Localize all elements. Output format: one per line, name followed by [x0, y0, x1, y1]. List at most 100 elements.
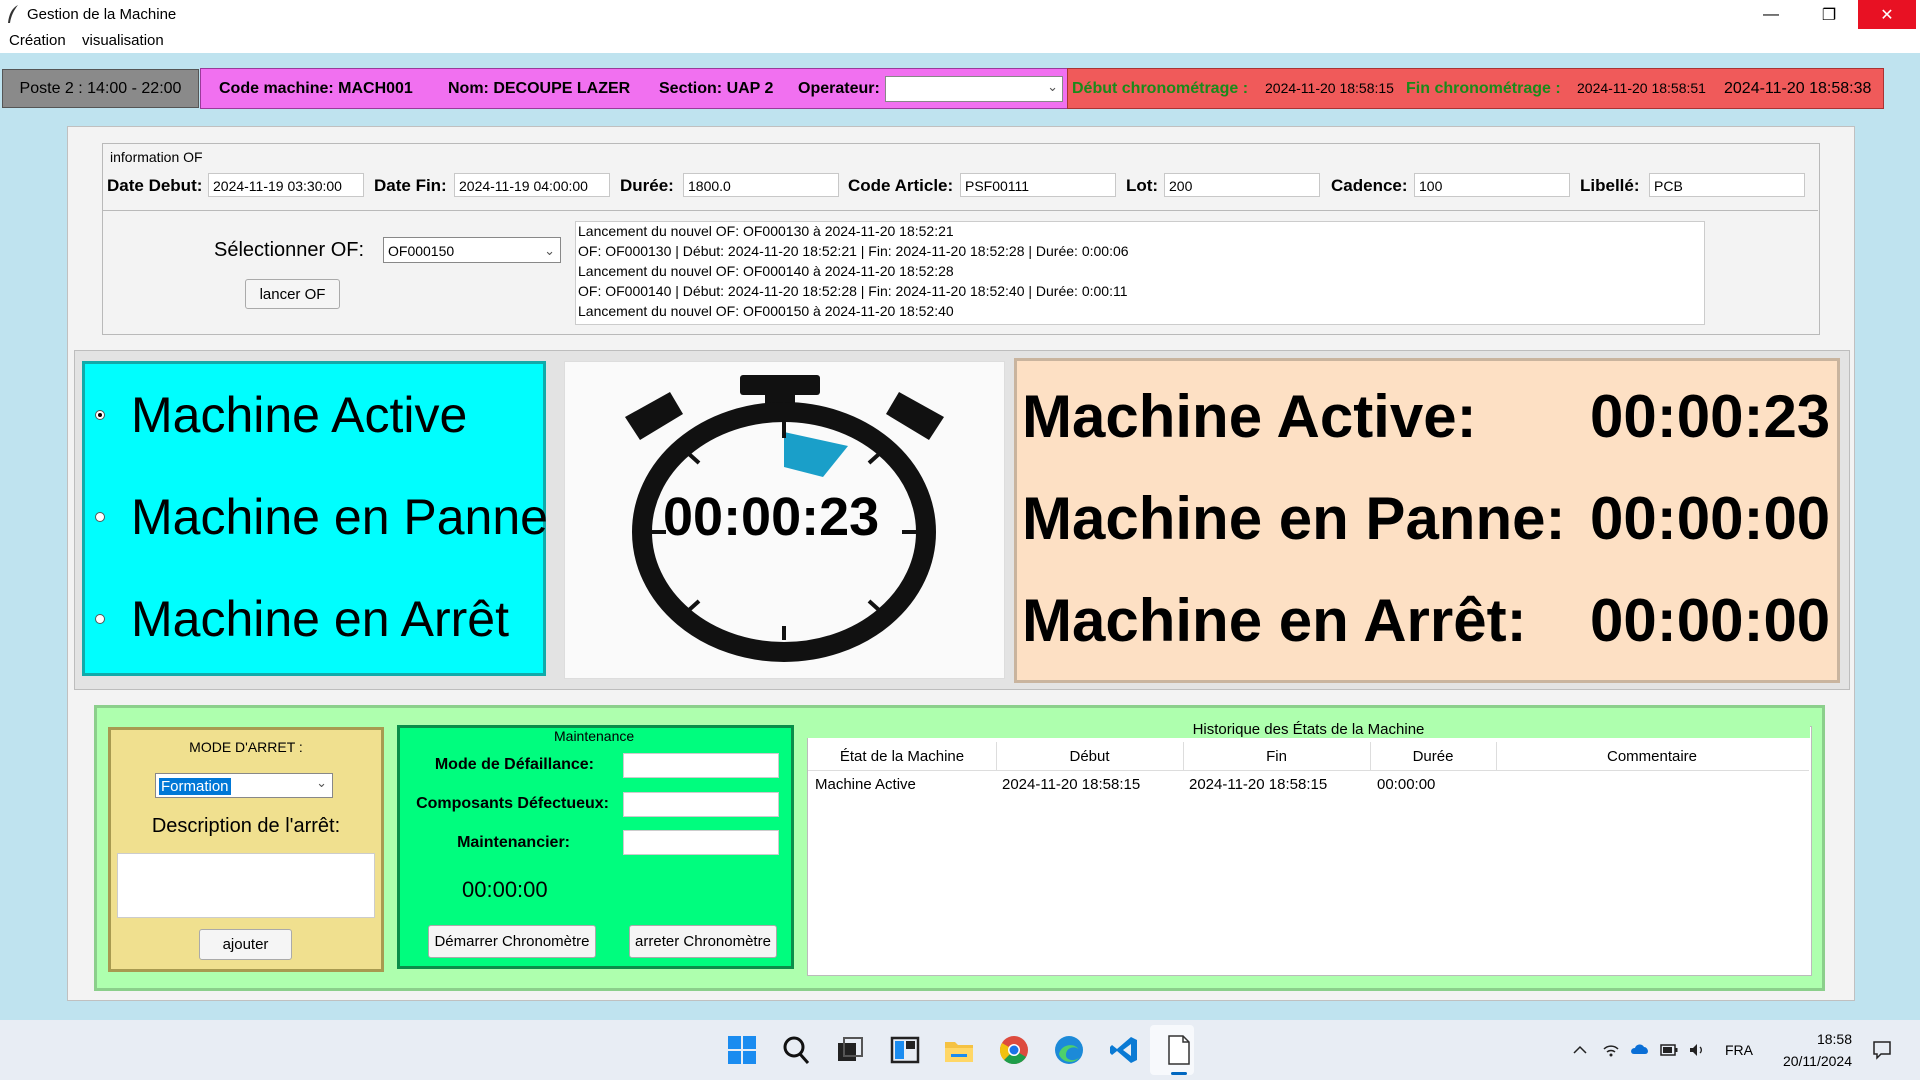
- mode-defaillance-field[interactable]: [623, 753, 779, 778]
- duree-field[interactable]: 1800.0: [683, 173, 839, 197]
- debut-chrono-label: Début chronométrage :: [1072, 80, 1249, 97]
- column-header[interactable]: Commentaire: [1496, 748, 1808, 765]
- radio-machine-active[interactable]: [95, 410, 105, 420]
- maintenance-chrono: 00:00:00: [462, 877, 548, 902]
- of-select[interactable]: OF000150 ⌄: [383, 237, 561, 263]
- maintenancier-label: Maintenancier:: [457, 834, 570, 851]
- of-log[interactable]: Lancement du nouvel OF: OF000130 à 2024-…: [575, 221, 1705, 325]
- chevron-down-icon: ⌄: [544, 243, 555, 258]
- radio-label-arret[interactable]: Machine en Arrêt: [131, 590, 509, 648]
- composants-defectueux-field[interactable]: [623, 792, 779, 817]
- arreter-chrono-button[interactable]: arreter Chronomètre: [629, 925, 777, 958]
- total-panne-label: Machine en Panne:: [1022, 485, 1566, 552]
- radio-label-active[interactable]: Machine Active: [131, 386, 467, 444]
- mode-defaillance-label: Mode de Défaillance:: [434, 756, 594, 773]
- column-header[interactable]: Fin: [1183, 748, 1370, 765]
- stopwatch-time: 00:00:23: [663, 487, 880, 547]
- taskbar-date[interactable]: 20/11/2024: [1770, 1053, 1852, 1069]
- demarrer-chrono-button[interactable]: Démarrer Chronomètre: [428, 925, 596, 958]
- table-cell[interactable]: Machine Active: [815, 776, 916, 793]
- total-active-label: Machine Active:: [1022, 383, 1477, 450]
- description-field[interactable]: [117, 853, 375, 918]
- minimize-icon[interactable]: —: [1742, 0, 1800, 29]
- table-cell[interactable]: 00:00:00: [1377, 776, 1435, 793]
- windows-start-icon[interactable]: [726, 1034, 758, 1066]
- lot-field[interactable]: 200: [1164, 173, 1320, 197]
- operateur-select[interactable]: ⌄: [885, 76, 1063, 102]
- restore-icon[interactable]: ❐: [1800, 0, 1858, 29]
- taskbar-time[interactable]: 18:58: [1792, 1031, 1852, 1047]
- file-explorer-icon[interactable]: [943, 1034, 975, 1066]
- select-of-label: Sélectionner OF:: [214, 239, 365, 261]
- libelle-field[interactable]: PCB: [1649, 173, 1805, 197]
- date-debut-field[interactable]: 2024-11-19 03:30:00: [208, 173, 364, 197]
- widgets-icon[interactable]: [889, 1034, 921, 1066]
- libelle-label: Libellé:: [1580, 176, 1640, 195]
- table-cell[interactable]: 2024-11-20 18:58:15: [1002, 776, 1140, 793]
- cadence-label: Cadence:: [1331, 176, 1408, 195]
- feather-app-icon: [8, 5, 18, 23]
- document-app-icon[interactable]: [1163, 1034, 1195, 1066]
- radio-machine-arret[interactable]: [95, 614, 105, 624]
- notification-icon[interactable]: [1871, 1039, 1893, 1061]
- fin-chrono-label: Fin chronométrage :: [1406, 80, 1561, 97]
- chevron-down-icon: ⌄: [316, 775, 327, 790]
- radio-machine-panne[interactable]: [95, 512, 105, 522]
- vscode-icon[interactable]: [1108, 1034, 1140, 1066]
- total-arret-value: 00:00:00: [1590, 587, 1831, 654]
- radio-label-panne[interactable]: Machine en Panne: [131, 488, 548, 546]
- log-line: Lancement du nouvel OF: OF000130 à 2024-…: [578, 223, 954, 239]
- log-line: Lancement du nouvel OF: OF000150 à 2024-…: [578, 303, 954, 319]
- date-debut-label: Date Debut:: [107, 176, 203, 195]
- lot-label: Lot:: [1126, 176, 1159, 195]
- cadence-field[interactable]: 100: [1414, 173, 1570, 197]
- date-fin-label: Date Fin:: [374, 176, 447, 195]
- chevron-down-icon: ⌄: [1047, 79, 1058, 94]
- code-machine: Code machine: MACH001: [219, 80, 413, 97]
- active-indicator: [1171, 1072, 1187, 1075]
- composants-defectueux-label: Composants Défectueux:: [416, 795, 609, 812]
- stopwatch-panel: 00:00:23: [564, 361, 1005, 679]
- history-title: Historique des États de la Machine: [807, 721, 1810, 738]
- column-header[interactable]: Début: [996, 748, 1183, 765]
- debut-chrono-value: 2024-11-20 18:58:15: [1265, 80, 1394, 96]
- mode-arret-value: Formation: [159, 778, 231, 795]
- of-divider: [102, 210, 1818, 211]
- menu-visualisation[interactable]: visualisation: [82, 32, 164, 49]
- of-select-value: OF000150: [388, 243, 455, 259]
- fin-chrono-value: 2024-11-20 18:58:51: [1577, 80, 1706, 96]
- code-article-field[interactable]: PSF00111: [960, 173, 1116, 197]
- mode-arret-select[interactable]: Formation ⌄: [155, 773, 333, 798]
- chrono-bar: Début chronométrage : 2024-11-20 18:58:1…: [1067, 68, 1884, 109]
- mode-arret-title: MODE D'ARRET :: [189, 739, 303, 755]
- wifi-icon[interactable]: [1602, 1041, 1620, 1059]
- of-group-label: information OF: [108, 149, 205, 165]
- operateur-label: Operateur:: [798, 80, 880, 97]
- chevron-up-icon[interactable]: [1572, 1042, 1588, 1058]
- volume-icon[interactable]: [1688, 1041, 1706, 1059]
- description-label: Description de l'arrêt:: [151, 815, 341, 837]
- machine-section: Section: UAP 2: [659, 80, 774, 97]
- close-icon[interactable]: ✕: [1858, 0, 1916, 29]
- maintenancier-field[interactable]: [623, 830, 779, 855]
- maintenance-title: Maintenance: [552, 728, 637, 744]
- language-indicator[interactable]: FRA: [1725, 1042, 1753, 1058]
- edge-icon[interactable]: [1053, 1034, 1085, 1066]
- search-icon[interactable]: [780, 1034, 812, 1066]
- ajouter-button[interactable]: ajouter: [199, 929, 292, 960]
- column-header[interactable]: Durée: [1370, 748, 1496, 765]
- date-fin-field[interactable]: 2024-11-19 04:00:00: [454, 173, 610, 197]
- total-panne-value: 00:00:00: [1590, 485, 1831, 552]
- task-view-icon[interactable]: [834, 1034, 866, 1066]
- chrome-icon[interactable]: [998, 1034, 1030, 1066]
- table-cell[interactable]: 2024-11-20 18:58:15: [1189, 776, 1327, 793]
- battery-icon[interactable]: [1660, 1043, 1678, 1057]
- title-bar: Gestion de la Machine — ❐ ✕: [0, 0, 1920, 29]
- column-header[interactable]: État de la Machine: [808, 748, 996, 765]
- onedrive-icon[interactable]: [1630, 1041, 1650, 1057]
- log-line: OF: OF000130 | Début: 2024-11-20 18:52:2…: [578, 243, 1129, 259]
- menu-creation[interactable]: Création: [9, 32, 66, 49]
- lancer-of-button[interactable]: lancer OF: [245, 279, 340, 309]
- total-active-value: 00:00:23: [1590, 383, 1831, 450]
- total-arret-label: Machine en Arrêt:: [1022, 587, 1527, 654]
